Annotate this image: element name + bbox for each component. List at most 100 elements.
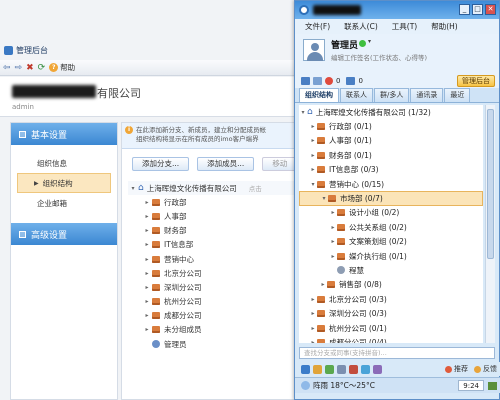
avatar[interactable] <box>303 39 325 61</box>
expand-icon[interactable]: ▸ <box>319 281 327 288</box>
expand-icon[interactable]: ▸ <box>142 284 152 291</box>
expand-icon[interactable]: ▸ <box>142 270 152 277</box>
expand-icon[interactable]: ▸ <box>142 256 152 263</box>
expand-icon[interactable]: ▸ <box>329 253 337 260</box>
tree-node[interactable]: ▸ 媒介执行组 (0/1) <box>299 249 483 263</box>
tab-groups[interactable]: 群/多人 <box>374 88 410 102</box>
expand-icon[interactable]: ▸ <box>309 137 317 144</box>
feedback-button[interactable]: 反馈 <box>474 364 497 374</box>
share-icon[interactable] <box>361 364 370 374</box>
expand-icon[interactable]: ▸ <box>142 227 152 234</box>
tree-node[interactable]: ▸ 北京分公司 <box>128 266 300 280</box>
mail-icon[interactable] <box>301 77 310 85</box>
expand-icon[interactable]: ▸ <box>142 213 152 220</box>
expand-icon[interactable]: ▸ <box>309 296 317 303</box>
search-input[interactable]: 查找分支或同事(支持拼音)... <box>299 347 495 359</box>
expand-icon[interactable]: ▸ <box>309 325 317 332</box>
tree-node[interactable]: ▸ 人事部 (0/1) <box>299 134 483 148</box>
nav-section-advanced[interactable]: 高级设置 <box>11 223 117 245</box>
tree-node[interactable]: ▸ 财务部 <box>128 224 300 238</box>
tab-org-structure[interactable]: 组织结构 <box>299 88 339 102</box>
tree-node[interactable]: ▸ 行政部 (0/1) <box>299 119 483 133</box>
move-button[interactable]: 移动 <box>262 157 298 171</box>
stop-icon[interactable]: ✖ <box>26 62 34 74</box>
tree-node[interactable]: ▸ 未分组成员 <box>128 323 300 337</box>
tree-node[interactable]: ▸ 财务部 (0/1) <box>299 148 483 162</box>
tree-node[interactable]: ▸ 杭州分公司 (0/1) <box>299 321 483 335</box>
expand-icon[interactable]: ▸ <box>142 241 152 248</box>
tree-node[interactable]: ▸ 公共关系组 (0/2) <box>299 220 483 234</box>
online-status-icon[interactable] <box>359 40 366 47</box>
expand-icon[interactable]: ▸ <box>142 298 152 305</box>
maximize-button[interactable]: □ <box>472 4 483 15</box>
tree-node[interactable]: ▸ 北京分公司 (0/3) <box>299 292 483 306</box>
expand-icon[interactable]: ▸ <box>309 310 317 317</box>
tree-node[interactable]: ▸ 深圳分公司 <box>128 280 300 294</box>
expand-icon[interactable]: ▸ <box>142 199 152 206</box>
add-member-button[interactable]: 添加成员... <box>197 157 255 171</box>
help-button[interactable]: ? 帮助 <box>49 62 75 73</box>
nav-section-basic[interactable]: 基本设置 <box>11 123 117 145</box>
apps-icon[interactable] <box>325 364 334 374</box>
signature-field[interactable]: 编辑工作签名(工作状态、心得等) <box>331 52 427 62</box>
minimize-button[interactable]: _ <box>459 4 470 15</box>
back-arrow-icon[interactable]: ⇦ <box>3 62 11 74</box>
expand-icon[interactable]: ▸ <box>309 339 317 343</box>
message-icon[interactable] <box>346 77 356 85</box>
message-manager-icon[interactable] <box>313 364 322 374</box>
expand-icon[interactable]: ▸ <box>142 326 152 333</box>
im-tree-root[interactable]: ▾ ⌂ 上海晖煌文化传播有限公司 (1/32) <box>299 105 483 119</box>
tree-member[interactable]: 管理员 <box>128 337 300 351</box>
main-menu-icon[interactable] <box>301 364 310 374</box>
nav-item-org-info[interactable]: 组织信息 <box>11 153 117 173</box>
expand-icon[interactable]: ▸ <box>329 238 337 245</box>
refresh-icon[interactable]: ⟳ <box>38 62 46 74</box>
alert-icon[interactable] <box>325 77 333 85</box>
tree-node[interactable]: ▾ 营销中心 (0/15) <box>299 177 483 191</box>
forward-arrow-icon[interactable]: ⇨ <box>15 62 23 74</box>
tree-node[interactable]: ▸ 行政部 <box>128 195 300 209</box>
expand-icon[interactable]: ▸ <box>142 312 152 319</box>
collapse-icon[interactable]: ▾ <box>309 181 317 188</box>
close-button[interactable]: ✕ <box>485 4 496 15</box>
menu-tools[interactable]: 工具(T) <box>392 21 417 32</box>
tree-node[interactable]: ▸ 深圳分公司 (0/3) <box>299 306 483 320</box>
tree-node[interactable]: ▸ 成都分公司 <box>128 309 300 323</box>
admin-console-button[interactable]: 管理后台 <box>457 75 495 87</box>
calendar-icon[interactable] <box>373 364 382 374</box>
menu-help[interactable]: 帮助(H) <box>431 21 458 32</box>
tab-address-book[interactable]: 通讯录 <box>410 88 444 102</box>
expand-icon[interactable]: ▸ <box>309 166 317 173</box>
add-branch-button[interactable]: 添加分支... <box>132 157 190 171</box>
tree-node[interactable]: ▸ 营销中心 <box>128 252 300 266</box>
tree-node[interactable]: ▸ IT信息部 <box>128 238 300 252</box>
expand-icon[interactable]: ▸ <box>329 209 337 216</box>
tab-contacts[interactable]: 联系人 <box>340 88 373 102</box>
tree-node[interactable]: ▸ 成都分公司 (0/4) <box>299 335 483 343</box>
collapse-icon[interactable]: ▾ <box>128 185 138 192</box>
nav-item-org-structure[interactable]: ▶ 组织结构 <box>17 173 111 193</box>
menu-file[interactable]: 文件(F) <box>305 21 330 32</box>
notice-icon[interactable] <box>349 364 358 374</box>
tab-recent[interactable]: 最近 <box>444 88 471 102</box>
tree-root[interactable]: ▾ ⌂ 上海晖煌文化传播有限公司 点击 <box>128 181 300 196</box>
file-icon[interactable] <box>337 364 346 374</box>
expand-icon[interactable]: ▸ <box>309 123 317 130</box>
tree-node[interactable]: ▸ IT信息部 (0/3) <box>299 163 483 177</box>
scrollbar-thumb[interactable] <box>487 109 494 259</box>
tree-scrollbar[interactable] <box>485 105 495 343</box>
collapse-icon[interactable]: ▾ <box>320 195 328 202</box>
nav-item-enterprise-mail[interactable]: 企业邮箱 <box>11 193 117 213</box>
tree-node[interactable]: ▾ 市场部 (0/7) <box>299 191 483 206</box>
menu-contacts[interactable]: 联系人(C) <box>344 21 378 32</box>
tree-member[interactable]: 程慧 <box>299 263 483 277</box>
tree-node[interactable]: ▸ 文案策划组 (0/2) <box>299 235 483 249</box>
expand-icon[interactable]: ▸ <box>329 224 337 231</box>
tree-node[interactable]: ▸ 人事部 <box>128 209 300 223</box>
expand-icon[interactable]: ▸ <box>309 152 317 159</box>
contact-card-icon[interactable] <box>313 77 322 85</box>
tree-node[interactable]: ▸ 设计小组 (0/2) <box>299 206 483 220</box>
tree-node[interactable]: ▸ 销售部 (0/8) <box>299 278 483 292</box>
recommend-button[interactable]: 推荐 <box>445 364 468 374</box>
collapse-icon[interactable]: ▾ <box>299 109 307 116</box>
